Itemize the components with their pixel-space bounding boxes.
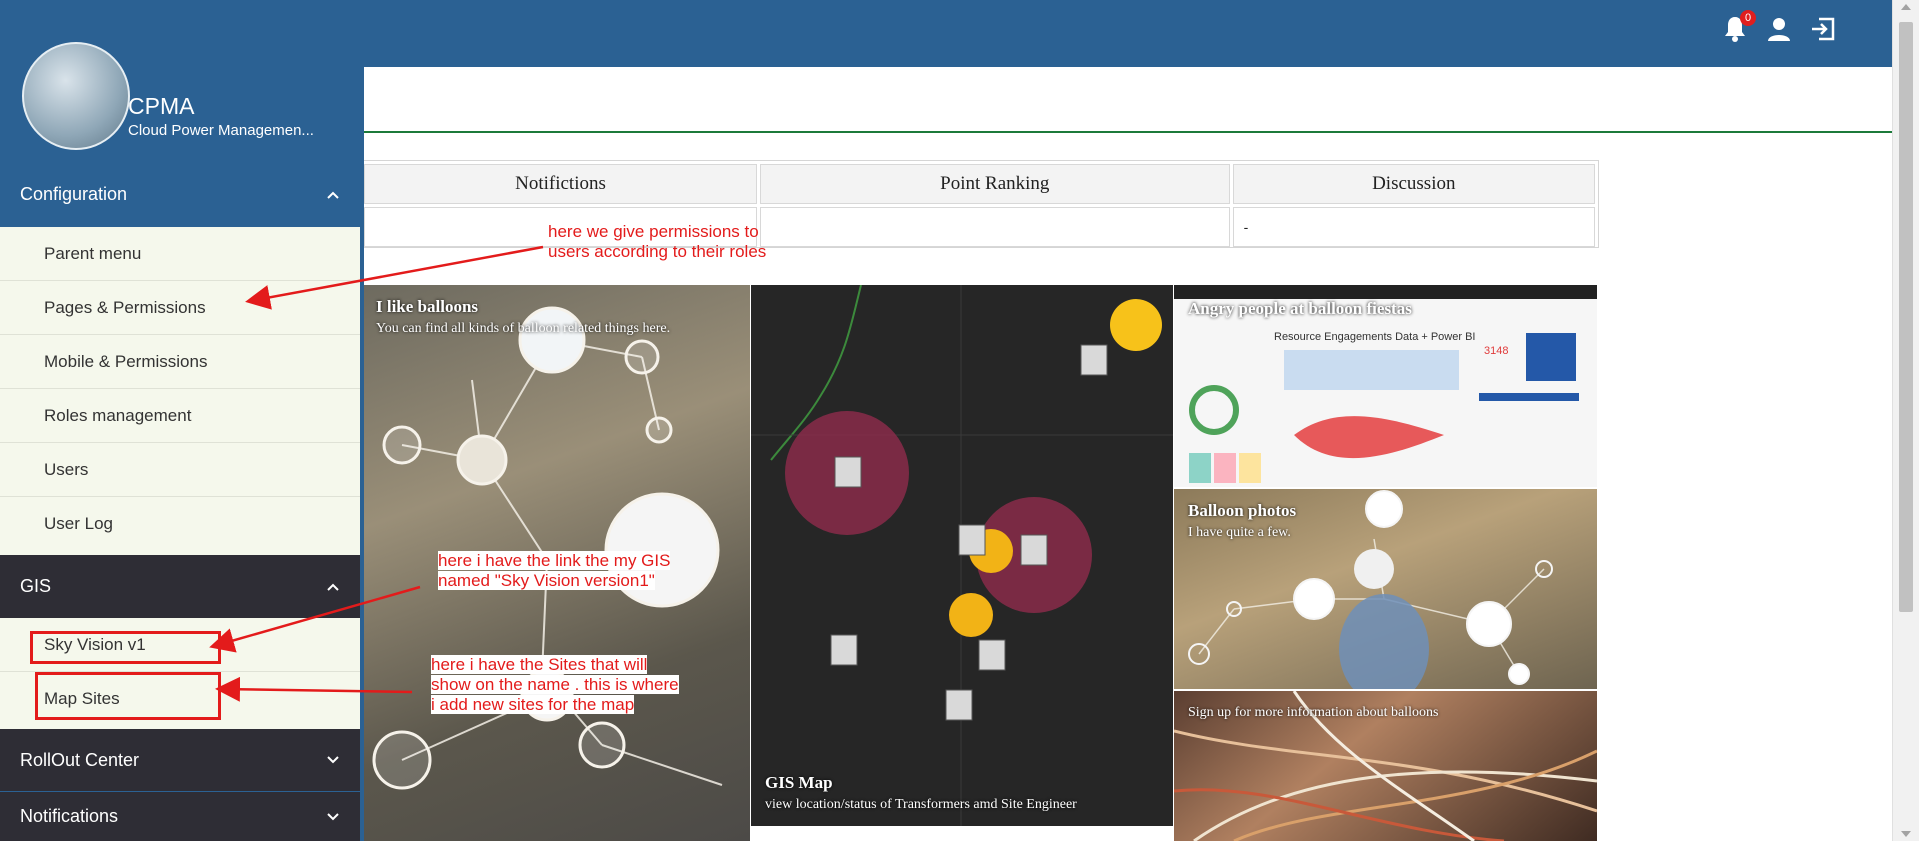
notification-count-badge: 0	[1740, 10, 1756, 26]
sidebar-item-parent-menu[interactable]: Parent menu	[0, 227, 360, 281]
sidebar-item-users[interactable]: Users	[0, 443, 360, 497]
sidebar-item-label: Parent menu	[44, 243, 142, 263]
annotation-line: i add new sites for the map	[431, 695, 635, 714]
tile-signup[interactable]: Sign up for more information about ballo…	[1174, 691, 1597, 841]
annotation-line: named "Sky Vision version1"	[438, 571, 655, 590]
sidebar-item-label: Pages & Permissions	[44, 297, 206, 317]
chevron-up-icon	[327, 191, 339, 199]
top-actions: 0	[1720, 10, 1838, 44]
table-header-notifications: Notifictions	[364, 164, 757, 204]
tile-subtitle: I have quite a few.	[1188, 525, 1291, 540]
sidebar-item-label: Users	[44, 459, 89, 479]
scroll-up-arrow-icon[interactable]	[1901, 4, 1911, 10]
sidebar-item-label: User Log	[44, 514, 113, 533]
chevron-down-icon	[327, 756, 339, 764]
logout-button[interactable]	[1808, 14, 1838, 44]
sidebar-item-roles-management[interactable]: Roles management	[0, 389, 360, 443]
table-header-discussion: Discussion	[1232, 164, 1595, 204]
header-divider	[364, 131, 1893, 133]
sidebar-item-pages-permissions[interactable]: Pages & Permissions	[0, 281, 360, 335]
table-cell-point-ranking	[759, 207, 1230, 247]
tile-subtitle: You can find all kinds of balloon relate…	[376, 321, 671, 336]
tile-subtitle: view location/status of Transformers amd…	[765, 797, 1077, 812]
logout-icon	[1812, 17, 1835, 41]
annotation-permissions: here we give permissions to users accord…	[548, 222, 766, 262]
tile-gis-map[interactable]: GIS Map view location/status of Transfor…	[751, 285, 1173, 826]
annotation-map-sites: here i have the Sites that will show on …	[431, 655, 679, 715]
sidebar-section-rollout-center[interactable]: RollOut Center	[0, 729, 360, 791]
page-scrollbar[interactable]	[1892, 0, 1919, 841]
sidebar-item-user-log[interactable]: User Log	[0, 497, 360, 551]
scroll-down-arrow-icon[interactable]	[1901, 831, 1911, 837]
stats-table: Notifictions Point Ranking Discussion -	[360, 160, 1599, 248]
section-label: Configuration	[20, 184, 128, 204]
chevron-up-icon	[327, 583, 339, 591]
tile-title: Angry people at balloon fiestas	[1188, 299, 1412, 318]
tile-angry-people[interactable]: Resource Engagements Data + Power BI 314…	[1174, 285, 1597, 487]
profile-button[interactable]	[1764, 14, 1794, 44]
tile-title: I like balloons	[376, 297, 479, 316]
sidebar-item-label: Mobile & Permissions	[44, 351, 208, 371]
annotation-gis-link: here i have the link the my GIS named "S…	[438, 551, 671, 591]
brand-title: CPMA	[128, 93, 195, 119]
highlight-box-sky-vision	[30, 631, 221, 664]
notifications-button[interactable]: 0	[1720, 10, 1756, 44]
brand-subtitle: Cloud Power Managemen...	[128, 122, 314, 139]
tile-title: Balloon photos	[1188, 501, 1297, 520]
scroll-thumb[interactable]	[1899, 22, 1913, 612]
sidebar-section-notifications[interactable]: Notifications	[0, 792, 360, 841]
annotation-line: here i have the Sites that will	[431, 655, 648, 674]
globe-logo-icon	[22, 42, 130, 150]
sidebar-item-mobile-permissions[interactable]: Mobile & Permissions	[0, 335, 360, 389]
annotation-line: show on the name . this is where	[431, 675, 679, 694]
table-cell-discussion: -	[1232, 207, 1595, 247]
section-label: RollOut Center	[20, 749, 140, 770]
section-label: GIS	[20, 576, 52, 596]
sidebar-section-configuration[interactable]: Configuration	[0, 163, 360, 226]
section-label: Notifications	[20, 806, 119, 826]
sidebar-item-label: Roles management	[44, 405, 192, 425]
tile-subtitle: Sign up for more information about ballo…	[1188, 705, 1439, 720]
brand: CPMA Cloud Power Managemen...	[0, 0, 364, 160]
annotation-line: here we give permissions to	[548, 222, 759, 241]
sidebar-section-gis[interactable]: GIS	[0, 555, 360, 618]
configuration-submenu: Parent menu Pages & Permissions Mobile &…	[0, 227, 360, 555]
tile-title: GIS Map	[765, 773, 833, 792]
tile-balloon-photos[interactable]: Balloon photos I have quite a few.	[1174, 489, 1597, 689]
chevron-down-icon	[327, 812, 339, 820]
gis-map-graphic	[751, 285, 1173, 826]
highlight-box-map-sites	[35, 672, 221, 720]
user-icon	[1768, 18, 1790, 41]
annotation-line: here i have the link the my GIS	[438, 551, 671, 570]
annotation-line: users according to their roles	[548, 242, 767, 261]
table-header-point-ranking: Point Ranking	[759, 164, 1230, 204]
